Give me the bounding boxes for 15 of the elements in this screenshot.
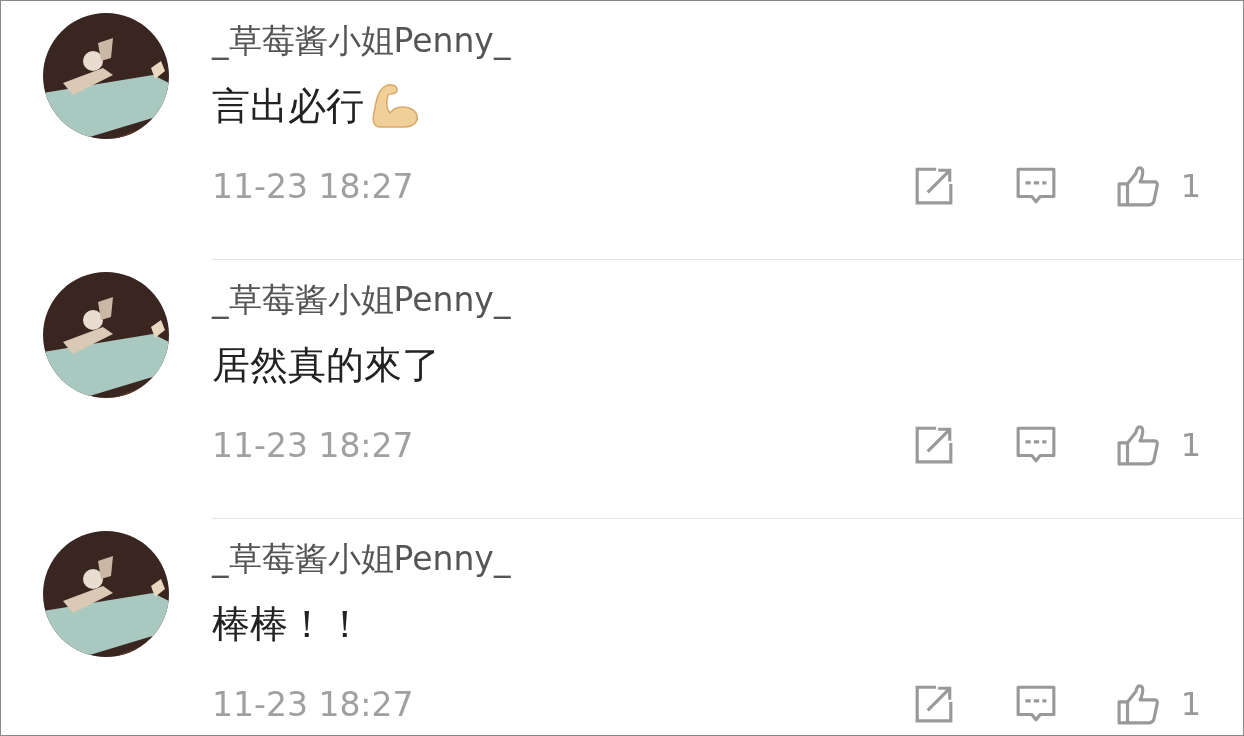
thumbs-up-icon[interactable] — [1116, 165, 1159, 207]
comment-text: 棒棒！！ — [212, 600, 364, 648]
like-count: 1 — [1180, 685, 1201, 723]
timestamp: 11-23 18:27 — [212, 425, 414, 465]
timestamp: 11-23 18:27 — [212, 166, 414, 206]
username[interactable]: _草莓酱小姐Penny_ — [212, 278, 1243, 322]
thumbs-up-icon[interactable] — [1116, 683, 1159, 725]
username[interactable]: _草莓酱小姐Penny_ — [212, 537, 1243, 581]
like-count: 1 — [1180, 167, 1201, 205]
thumbs-up-icon[interactable] — [1116, 424, 1159, 466]
username[interactable]: _草莓酱小姐Penny_ — [212, 19, 1243, 63]
comment-text: 言出必行 — [212, 82, 364, 130]
timestamp: 11-23 18:27 — [212, 684, 414, 724]
comment-text: 居然真的來了 — [212, 341, 440, 389]
like-count: 1 — [1180, 426, 1201, 464]
